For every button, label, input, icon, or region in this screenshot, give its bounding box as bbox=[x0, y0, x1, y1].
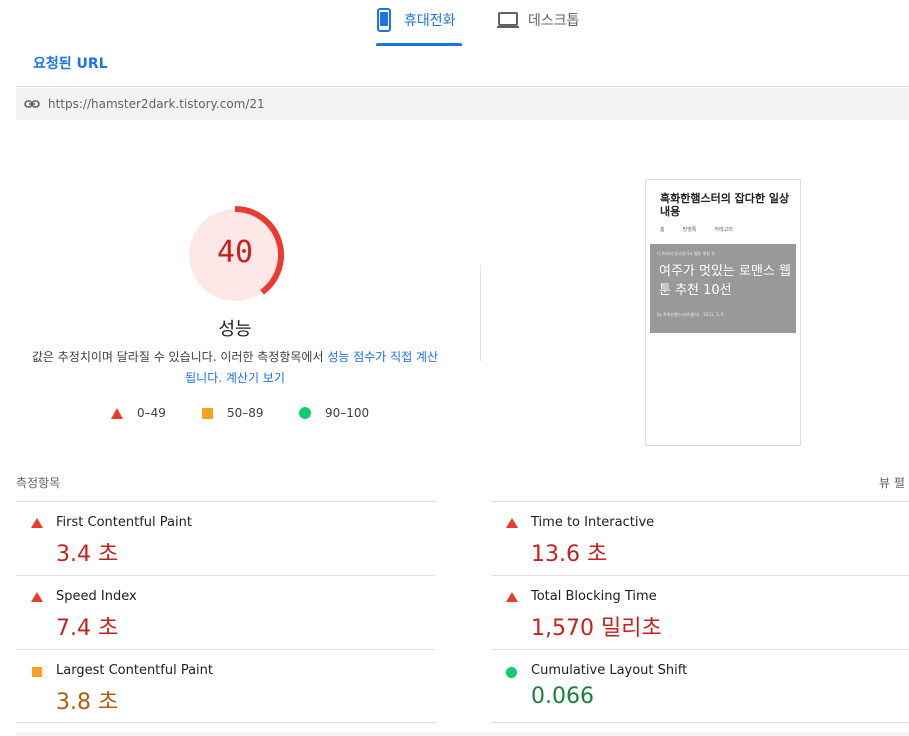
divider bbox=[16, 722, 435, 723]
screenshot-site-title: 흑화한햄스터의 잡다한 일상내용 bbox=[660, 192, 790, 218]
page-screenshot: 흑화한햄스터의 잡다한 일상내용 홈 방명록 카테고리 더 피터의 알고있어요 웹툰… bbox=[645, 179, 801, 446]
tab-mobile[interactable]: 휴대전화 bbox=[376, 8, 462, 46]
divider bbox=[16, 732, 909, 736]
divider bbox=[480, 265, 481, 361]
screenshot-nav: 홈 방명록 카테고리 bbox=[660, 226, 792, 233]
metric-speed-index: Speed Index 7.4 초 bbox=[16, 575, 435, 649]
triangle-icon bbox=[111, 407, 123, 419]
metric-largest-contentful-paint: Largest Contentful Paint 3.8 초 bbox=[16, 649, 435, 723]
metric-value: 3.8 초 bbox=[56, 690, 119, 715]
legend-fail-label: 0–49 bbox=[137, 406, 166, 420]
calculator-link[interactable]: 계산기 보기 bbox=[226, 371, 285, 385]
performance-description: 값은 추정치이며 달라질 수 있습니다. 이러한 측정항목에서 성능 점수가 직… bbox=[30, 347, 440, 389]
tab-requested-url[interactable]: 요청된 URL bbox=[33, 53, 108, 73]
pagespeed-report: 휴대전화 데스크톱 요청된 URL https://hamster2dark.t… bbox=[0, 0, 909, 736]
screenshot-meta: by 흑화한햄스터(바룸이) · 2021. 3. 6. bbox=[657, 312, 725, 317]
metric-cumulative-layout-shift: Cumulative Layout Shift 0.066 bbox=[491, 649, 909, 723]
square-icon bbox=[32, 667, 42, 677]
screenshot-headline: 여주가 멋있는 로맨스 웹툰 추천 10선 bbox=[659, 264, 791, 298]
triangle-icon bbox=[31, 518, 43, 528]
tab-desktop-label: 데스크톱 bbox=[528, 13, 580, 29]
expand-view-toggle[interactable]: 뷰 펼 bbox=[879, 474, 905, 491]
metric-name: Largest Contentful Paint bbox=[56, 663, 214, 678]
metric-value: 3.4 초 bbox=[56, 542, 119, 567]
metric-name: Total Blocking Time bbox=[531, 589, 657, 604]
triangle-icon bbox=[506, 592, 518, 602]
triangle-icon bbox=[31, 592, 43, 602]
metric-name: Speed Index bbox=[56, 589, 137, 604]
score-legend: 0–49 50–89 90–100 bbox=[0, 406, 480, 426]
divider bbox=[16, 86, 909, 87]
smartphone-icon bbox=[376, 8, 396, 32]
triangle-icon bbox=[506, 518, 518, 528]
metrics-heading: 측정항목 bbox=[16, 476, 61, 490]
legend-pass: 90–100 bbox=[299, 406, 369, 420]
screenshot-category: 더 피터의 알고있어요 웹툰 해설 투 bbox=[657, 251, 715, 256]
metric-value: 0.066 bbox=[531, 684, 594, 709]
tab-mobile-label: 휴대전화 bbox=[404, 13, 456, 29]
link-icon bbox=[24, 96, 40, 112]
circle-icon bbox=[299, 407, 311, 419]
screenshot-nav-item: 방명록 bbox=[682, 227, 697, 233]
legend-average: 50–89 bbox=[202, 406, 264, 420]
metric-value: 13.6 초 bbox=[531, 542, 608, 567]
tab-desktop[interactable]: 데스크톱 bbox=[496, 8, 596, 46]
metric-time-to-interactive: Time to Interactive 13.6 초 bbox=[491, 501, 909, 575]
metric-value: 1,570 밀리초 bbox=[531, 616, 662, 641]
metric-total-blocking-time: Total Blocking Time 1,570 밀리초 bbox=[491, 575, 909, 649]
active-tab-indicator bbox=[376, 43, 462, 46]
square-icon bbox=[202, 407, 213, 419]
metric-name: First Contentful Paint bbox=[56, 515, 192, 530]
metric-value: 7.4 초 bbox=[56, 616, 119, 641]
metric-name: Cumulative Layout Shift bbox=[531, 663, 688, 678]
metric-first-contentful-paint: First Contentful Paint 3.4 초 bbox=[16, 501, 435, 575]
performance-score: 40 bbox=[216, 235, 254, 270]
analyzed-url[interactable]: https://hamster2dark.tistory.com/21 bbox=[48, 97, 265, 111]
url-bar: https://hamster2dark.tistory.com/21 bbox=[16, 88, 909, 120]
legend-fail: 0–49 bbox=[111, 406, 166, 420]
device-tabs: 휴대전화 데스크톱 bbox=[0, 0, 909, 46]
performance-title: 성능 bbox=[218, 319, 252, 340]
legend-average-label: 50–89 bbox=[227, 406, 264, 420]
laptop-icon bbox=[496, 8, 520, 32]
legend-pass-label: 90–100 bbox=[325, 406, 370, 420]
screenshot-nav-item: 카테고리 bbox=[714, 227, 733, 233]
description-text: 값은 추정치이며 달라질 수 있습니다. 이러한 측정항목에서 bbox=[31, 350, 328, 364]
metric-name: Time to Interactive bbox=[531, 515, 655, 530]
divider bbox=[491, 722, 909, 723]
circle-icon bbox=[506, 667, 517, 678]
screenshot-hero: 더 피터의 알고있어요 웹툰 해설 투 여주가 멋있는 로맨스 웹툰 추천 10… bbox=[650, 244, 796, 333]
screenshot-nav-item: 홈 bbox=[660, 227, 665, 233]
